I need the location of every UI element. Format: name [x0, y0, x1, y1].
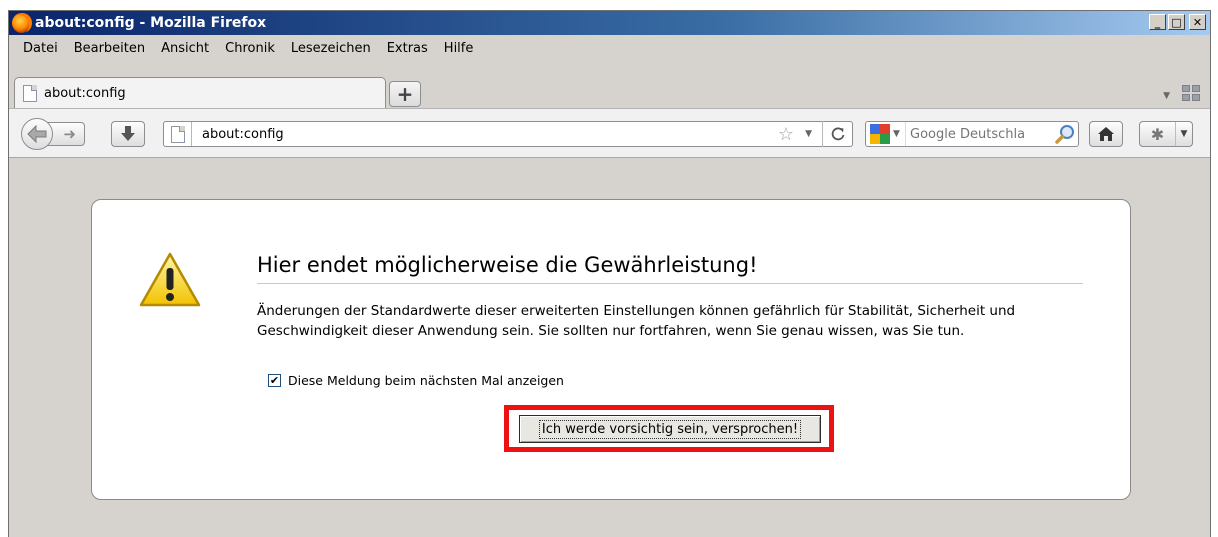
- chevron-down-icon: ▼: [893, 129, 900, 139]
- accept-risk-button[interactable]: Ich werde vorsichtig sein, versprochen!: [519, 415, 821, 443]
- addon-toolbar-button[interactable]: ✱ ▼: [1139, 121, 1193, 147]
- search-bar[interactable]: ▼: [865, 121, 1079, 147]
- menu-ansicht[interactable]: Ansicht: [153, 41, 217, 56]
- firefox-logo-icon: [12, 13, 32, 33]
- search-input[interactable]: [910, 126, 1042, 142]
- minimize-button[interactable]: _: [1149, 14, 1166, 30]
- back-arrow-icon: [27, 125, 47, 143]
- new-tab-button[interactable]: +: [389, 81, 421, 107]
- chevron-down-icon[interactable]: ▼: [1176, 129, 1192, 139]
- title-bar[interactable]: about:config - Mozilla Firefox _ □ ✕: [9, 11, 1210, 35]
- home-button[interactable]: [1089, 121, 1123, 147]
- back-forward-group: ➜: [21, 118, 91, 150]
- menu-hilfe[interactable]: Hilfe: [436, 41, 482, 56]
- highlight-box: Ich werde vorsichtig sein, versprochen!: [504, 405, 834, 452]
- url-bar[interactable]: ☆ ▼: [163, 121, 853, 147]
- show-warning-checkbox[interactable]: ✔: [268, 374, 281, 387]
- search-engine-selector[interactable]: ▼: [866, 122, 906, 146]
- menu-datei[interactable]: Datei: [15, 41, 66, 56]
- back-button[interactable]: [21, 118, 53, 150]
- download-arrow-icon: [121, 126, 135, 141]
- tab-about-config[interactable]: about:config: [14, 77, 386, 109]
- close-button[interactable]: ✕: [1189, 14, 1206, 30]
- tab-groups-icon[interactable]: [1182, 85, 1200, 101]
- menu-bar: Datei Bearbeiten Ansicht Chronik Lesezei…: [9, 36, 1210, 60]
- warning-icon: [139, 252, 201, 307]
- page-icon: [23, 85, 37, 102]
- downloads-button[interactable]: [111, 121, 145, 147]
- site-identity-button[interactable]: [164, 122, 192, 146]
- page-icon: [170, 125, 185, 143]
- menu-bearbeiten[interactable]: Bearbeiten: [66, 41, 153, 56]
- firefox-window: about:config - Mozilla Firefox _ □ ✕ Dat…: [8, 10, 1211, 537]
- tab-label: about:config: [44, 86, 126, 101]
- window-title: about:config - Mozilla Firefox: [35, 15, 267, 31]
- accept-risk-label: Ich werde vorsichtig sein, versprochen!: [538, 419, 802, 439]
- addon-icon[interactable]: ✱: [1140, 122, 1176, 146]
- window-controls: _ □ ✕: [1149, 14, 1206, 30]
- google-logo-icon: [870, 124, 890, 144]
- page-content: Hier endet möglicherweise die Gewährleis…: [9, 159, 1210, 537]
- tab-list-dropdown-icon[interactable]: ▼: [1163, 91, 1170, 101]
- show-warning-checkbox-row[interactable]: ✔ Diese Meldung beim nächsten Mal anzeig…: [268, 373, 564, 388]
- maximize-button[interactable]: □: [1168, 14, 1185, 30]
- menu-extras[interactable]: Extras: [379, 41, 436, 56]
- url-history-dropdown-icon[interactable]: ▼: [805, 129, 812, 139]
- home-icon: [1098, 127, 1114, 141]
- search-icon[interactable]: [1055, 124, 1075, 144]
- menu-chronik[interactable]: Chronik: [217, 41, 283, 56]
- warning-dialog: Hier endet möglicherweise die Gewährleis…: [91, 199, 1131, 500]
- tab-strip: about:config + ▼: [9, 61, 1210, 109]
- bookmark-star-icon[interactable]: ☆: [778, 124, 794, 145]
- url-input[interactable]: [202, 126, 762, 142]
- warning-text: Änderungen der Standardwerte dieser erwe…: [257, 303, 1016, 339]
- navigation-toolbar: ➜ ☆ ▼: [9, 108, 1210, 158]
- checkbox-label: Diese Meldung beim nächsten Mal anzeigen: [288, 373, 564, 388]
- reload-icon: [831, 127, 844, 141]
- warning-title: Hier endet möglicherweise die Gewährleis…: [257, 253, 1083, 284]
- menu-lesezeichen[interactable]: Lesezeichen: [283, 41, 379, 56]
- reload-button[interactable]: [822, 121, 852, 147]
